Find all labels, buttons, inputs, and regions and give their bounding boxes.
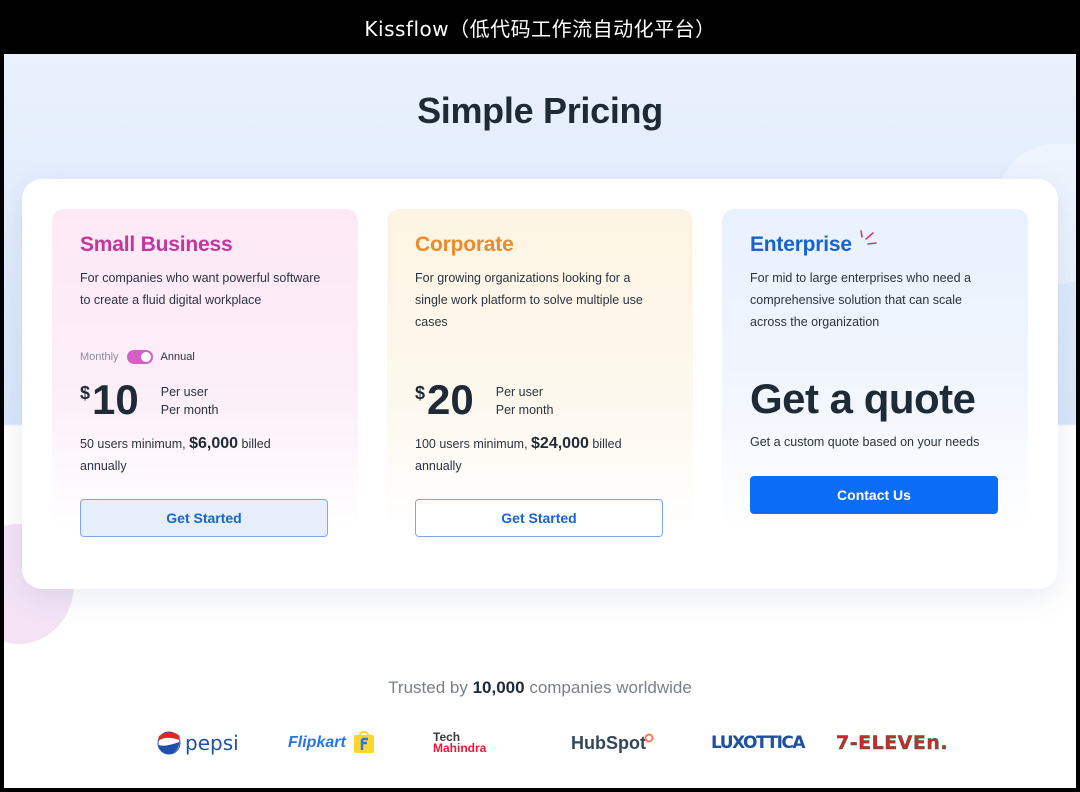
- price-amount: 10: [92, 376, 139, 423]
- billing-toggle-row: Monthly Annual: [80, 350, 195, 364]
- tech-mahindra-logo: Tech Mahindra: [433, 728, 486, 758]
- window-title-bar: Kissflow（低代码工作流自动化平台）: [0, 0, 1080, 54]
- per-user-label: Per user: [160, 385, 208, 399]
- price-unit: Per user Per month: [161, 383, 219, 419]
- trusted-suffix: companies worldwide: [529, 678, 692, 697]
- pricing-page: Simple Pricing Small Business For compan…: [4, 54, 1076, 788]
- currency-symbol: $: [80, 383, 91, 403]
- plan-description: For growing organizations looking for a …: [415, 271, 643, 329]
- per-month-label: Per month: [160, 403, 219, 417]
- plan-card-corporate: Corporate For growing organizations look…: [387, 209, 693, 537]
- minimum-amount: $6,000: [189, 435, 239, 452]
- page-title: Simple Pricing: [417, 90, 663, 131]
- sparkle-icon: [860, 230, 877, 245]
- minimum-prefix: 50 users minimum,: [80, 437, 186, 451]
- minimum-prefix: 100 users minimum,: [415, 437, 528, 451]
- hubspot-wordmark: HubSpot: [571, 732, 646, 753]
- price-row: $ 10 Per user Per month: [80, 377, 218, 423]
- seven-eleven-wordmark: 7-ELEVEn.: [836, 732, 949, 754]
- toggle-label-annual[interactable]: Annual: [161, 351, 195, 363]
- minimum-amount: $24,000: [531, 435, 589, 452]
- get-started-button[interactable]: Get Started: [80, 499, 328, 537]
- luxottica-wordmark: LUXOTTICA: [711, 733, 806, 753]
- per-user-label: Per user: [495, 385, 543, 399]
- contact-us-button[interactable]: Contact Us: [750, 476, 998, 514]
- price-row: $ 20 Per user Per month: [415, 377, 553, 423]
- tech-mahindra-line2: Mahindra: [433, 741, 487, 755]
- hubspot-logo: HubSpot: [571, 728, 654, 758]
- quote-subtext: Get a custom quote based on your needs: [750, 435, 980, 449]
- window-title: Kissflow（低代码工作流自动化平台）: [364, 16, 716, 41]
- minimum-billing-note: 50 users minimum, $6,000 billed annually: [80, 433, 320, 477]
- plan-card-small-business: Small Business For companies who want po…: [52, 209, 358, 537]
- pepsi-logo: pepsi: [157, 728, 239, 758]
- pricing-panel: Small Business For companies who want po…: [22, 179, 1058, 589]
- pepsi-globe-icon: [157, 731, 181, 755]
- flipkart-logo: Flipkart: [288, 728, 376, 758]
- flipkart-wordmark: Flipkart: [288, 734, 346, 751]
- plan-description: For companies who want powerful software…: [80, 271, 321, 307]
- plan-name: Enterprise: [750, 233, 852, 256]
- plan-card-enterprise: Enterprise For mid to large enterprises …: [722, 209, 1028, 529]
- plan-description: For mid to large enterprises who need a …: [750, 271, 971, 329]
- customer-logos: pepsi Flipkart Tech Mahindra HubSpot LUX…: [4, 728, 1076, 758]
- get-started-button[interactable]: Get Started: [415, 499, 663, 537]
- billing-period-toggle[interactable]: [126, 350, 153, 364]
- flipkart-bag-icon: [353, 731, 374, 753]
- minimum-billing-note: 100 users minimum, $24,000 billed annual…: [415, 433, 655, 477]
- quote-headline: Get a quote: [750, 375, 976, 422]
- plan-name: Corporate: [415, 233, 514, 256]
- trusted-by-text: Trusted by 10,000 companies worldwide: [4, 678, 1076, 698]
- trusted-prefix: Trusted by: [388, 678, 468, 697]
- price-unit: Per user Per month: [496, 383, 554, 419]
- price-amount: 20: [427, 376, 474, 423]
- luxottica-logo: LUXOTTICA: [711, 728, 806, 758]
- hubspot-sprocket-icon: [644, 733, 654, 743]
- plan-name: Small Business: [80, 233, 233, 256]
- pepsi-wordmark: pepsi: [185, 731, 239, 755]
- seven-eleven-logo: 7-ELEVEn.: [836, 728, 948, 758]
- toggle-label-monthly[interactable]: Monthly: [80, 351, 119, 363]
- currency-symbol: $: [415, 383, 426, 403]
- per-month-label: Per month: [495, 403, 554, 417]
- trusted-count: 10,000: [472, 678, 525, 697]
